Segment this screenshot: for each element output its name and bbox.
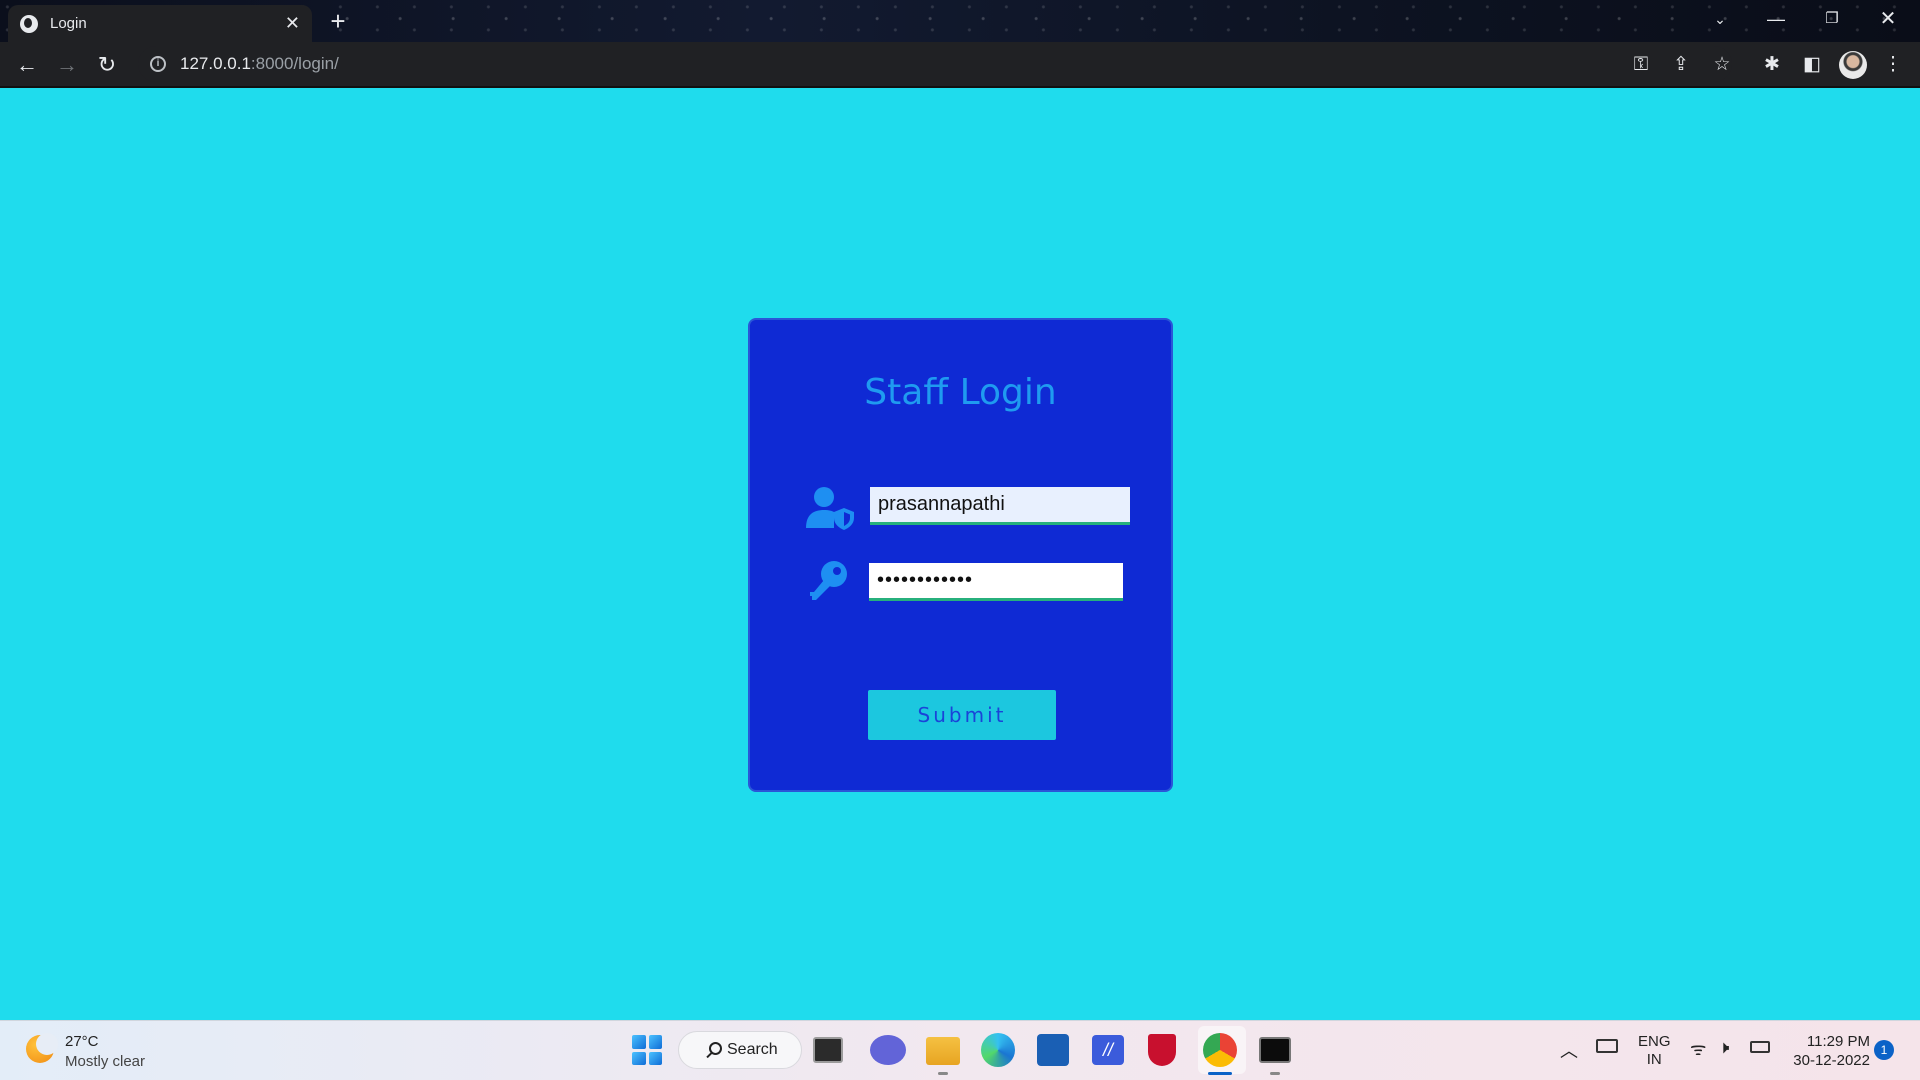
browser-titlebar: Login ✕ + ⌄ — ❐ ✕ <box>0 0 1920 42</box>
explorer-running-indicator <box>938 1072 948 1075</box>
region-code: IN <box>1646 1051 1662 1068</box>
task-view-icon[interactable] <box>813 1037 843 1063</box>
close-window-button[interactable]: ✕ <box>1860 0 1916 40</box>
reload-icon[interactable]: ↻ <box>92 50 122 80</box>
url-host: 127.0.0.1 <box>180 54 251 73</box>
language-indicator[interactable]: ENG IN <box>1638 1033 1671 1069</box>
mcafee-shield-icon[interactable] <box>1148 1034 1176 1066</box>
taskbar-search[interactable]: Search <box>678 1031 802 1069</box>
bookmark-star-icon[interactable]: ☆ <box>1707 50 1737 80</box>
wifi-icon[interactable]: ᯤ <box>1690 1037 1706 1061</box>
password-field[interactable] <box>869 563 1123 601</box>
close-tab-icon[interactable]: ✕ <box>285 13 300 34</box>
clock-date: 30-12-2022 <box>1793 1052 1870 1069</box>
profile-avatar[interactable] <box>1839 51 1867 79</box>
notification-badge[interactable]: 1 <box>1874 1040 1894 1060</box>
browser-toolbar: ← → ↻ i 127.0.0.1:8000/login/ ⚿ ⇪ ☆ ✱ ◧ … <box>0 42 1920 88</box>
key-icon <box>810 561 847 600</box>
weather-description[interactable]: Mostly clear <box>65 1053 145 1070</box>
extensions-icon[interactable]: ✱ <box>1757 50 1787 80</box>
battery-icon[interactable] <box>1750 1041 1770 1053</box>
submit-button[interactable]: Submit <box>868 690 1056 740</box>
minimize-button[interactable]: — <box>1748 0 1804 40</box>
login-card: Staff Login Submit <box>748 318 1173 792</box>
side-panel-icon[interactable]: ◧ <box>1797 50 1827 80</box>
teams-chat-icon[interactable] <box>870 1035 906 1065</box>
restore-button[interactable]: ❐ <box>1804 0 1860 40</box>
address-bar[interactable]: i 127.0.0.1:8000/login/ <box>138 46 1732 82</box>
chrome-running-indicator <box>1208 1072 1232 1075</box>
chrome-icon[interactable] <box>1203 1033 1237 1067</box>
username-field[interactable] <box>870 487 1130 525</box>
page-title: Staff Login <box>864 372 1057 413</box>
back-icon[interactable]: ← <box>12 50 42 80</box>
tab-title: Login <box>50 15 87 32</box>
forward-icon[interactable]: → <box>52 50 82 80</box>
taskbar: 27°C Mostly clear Search // ︿ ENG IN ᯤ 🕨… <box>0 1020 1920 1080</box>
clock[interactable]: 11:29 PM 30-12-2022 <box>1782 1032 1870 1070</box>
chevron-up-icon[interactable]: ︿ <box>1560 1037 1578 1063</box>
terminal-running-indicator <box>1270 1072 1280 1075</box>
globe-icon <box>20 14 38 33</box>
keyboard-icon[interactable] <box>1596 1039 1618 1053</box>
store-icon[interactable] <box>1037 1034 1069 1066</box>
vscode-style-app-icon[interactable]: // <box>1092 1035 1124 1065</box>
search-label: Search <box>727 1041 778 1058</box>
new-tab-button[interactable]: + <box>322 6 354 38</box>
clock-time: 11:29 PM <box>1806 1033 1870 1050</box>
weather-temperature[interactable]: 27°C <box>65 1033 99 1050</box>
tab-search-icon[interactable]: ⌄ <box>1692 0 1748 40</box>
site-info-icon[interactable]: i <box>150 56 166 72</box>
edge-icon[interactable] <box>981 1033 1015 1067</box>
browser-tab[interactable]: Login ✕ <box>8 5 312 42</box>
windows-start-icon[interactable] <box>628 1031 666 1069</box>
terminal-icon[interactable] <box>1259 1037 1291 1063</box>
menu-kebab-icon[interactable]: ⋮ <box>1878 50 1908 80</box>
url-path: :8000/login/ <box>250 54 339 73</box>
file-explorer-icon[interactable] <box>926 1037 960 1065</box>
weather-moon-icon[interactable] <box>26 1033 58 1063</box>
language-code: ENG <box>1638 1033 1671 1050</box>
volume-muted-icon[interactable]: 🕨 <box>1718 1037 1729 1058</box>
password-key-icon[interactable]: ⚿ <box>1626 50 1656 80</box>
search-icon <box>709 1042 722 1055</box>
user-shield-icon <box>806 487 854 530</box>
share-icon[interactable]: ⇪ <box>1666 50 1696 80</box>
